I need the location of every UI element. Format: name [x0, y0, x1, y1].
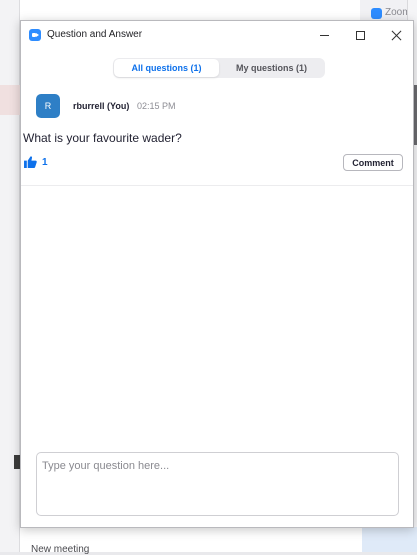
comment-button[interactable]: Comment	[343, 154, 403, 171]
like-count: 1	[42, 156, 48, 168]
question-text: What is your favourite wader?	[23, 131, 182, 145]
minimize-icon	[319, 34, 329, 36]
zoom-logo-icon	[371, 8, 382, 19]
tab-all-questions[interactable]: All questions (1)	[114, 59, 219, 77]
question-input[interactable]	[37, 453, 398, 515]
close-icon	[391, 30, 402, 41]
question-divider	[21, 185, 413, 186]
maximize-icon	[355, 30, 365, 40]
like-button[interactable]: 1	[24, 156, 48, 168]
thumbs-up-icon	[24, 156, 37, 168]
question-time: 02:15 PM	[137, 101, 176, 111]
background-left-highlight	[0, 85, 20, 115]
window-title: Question and Answer	[47, 29, 143, 40]
question-input-box[interactable]	[36, 452, 399, 516]
question-tabs: All questions (1) My questions (1)	[113, 58, 325, 78]
background-bottom-right-panel	[362, 527, 417, 552]
tab-my-questions[interactable]: My questions (1)	[219, 59, 324, 77]
close-button[interactable]	[378, 21, 414, 49]
avatar: R	[36, 94, 60, 118]
qa-window: Question and Answer All questions (1) My…	[20, 20, 414, 528]
zoom-logo-icon	[29, 29, 41, 41]
background-left-panel	[0, 0, 20, 552]
background-new-meeting-label[interactable]: New meeting	[31, 544, 89, 555]
maximize-button[interactable]	[342, 21, 378, 49]
title-bar[interactable]: Question and Answer	[21, 21, 413, 49]
minimize-button[interactable]	[306, 21, 342, 49]
question-author: rburrell (You)	[73, 101, 130, 111]
